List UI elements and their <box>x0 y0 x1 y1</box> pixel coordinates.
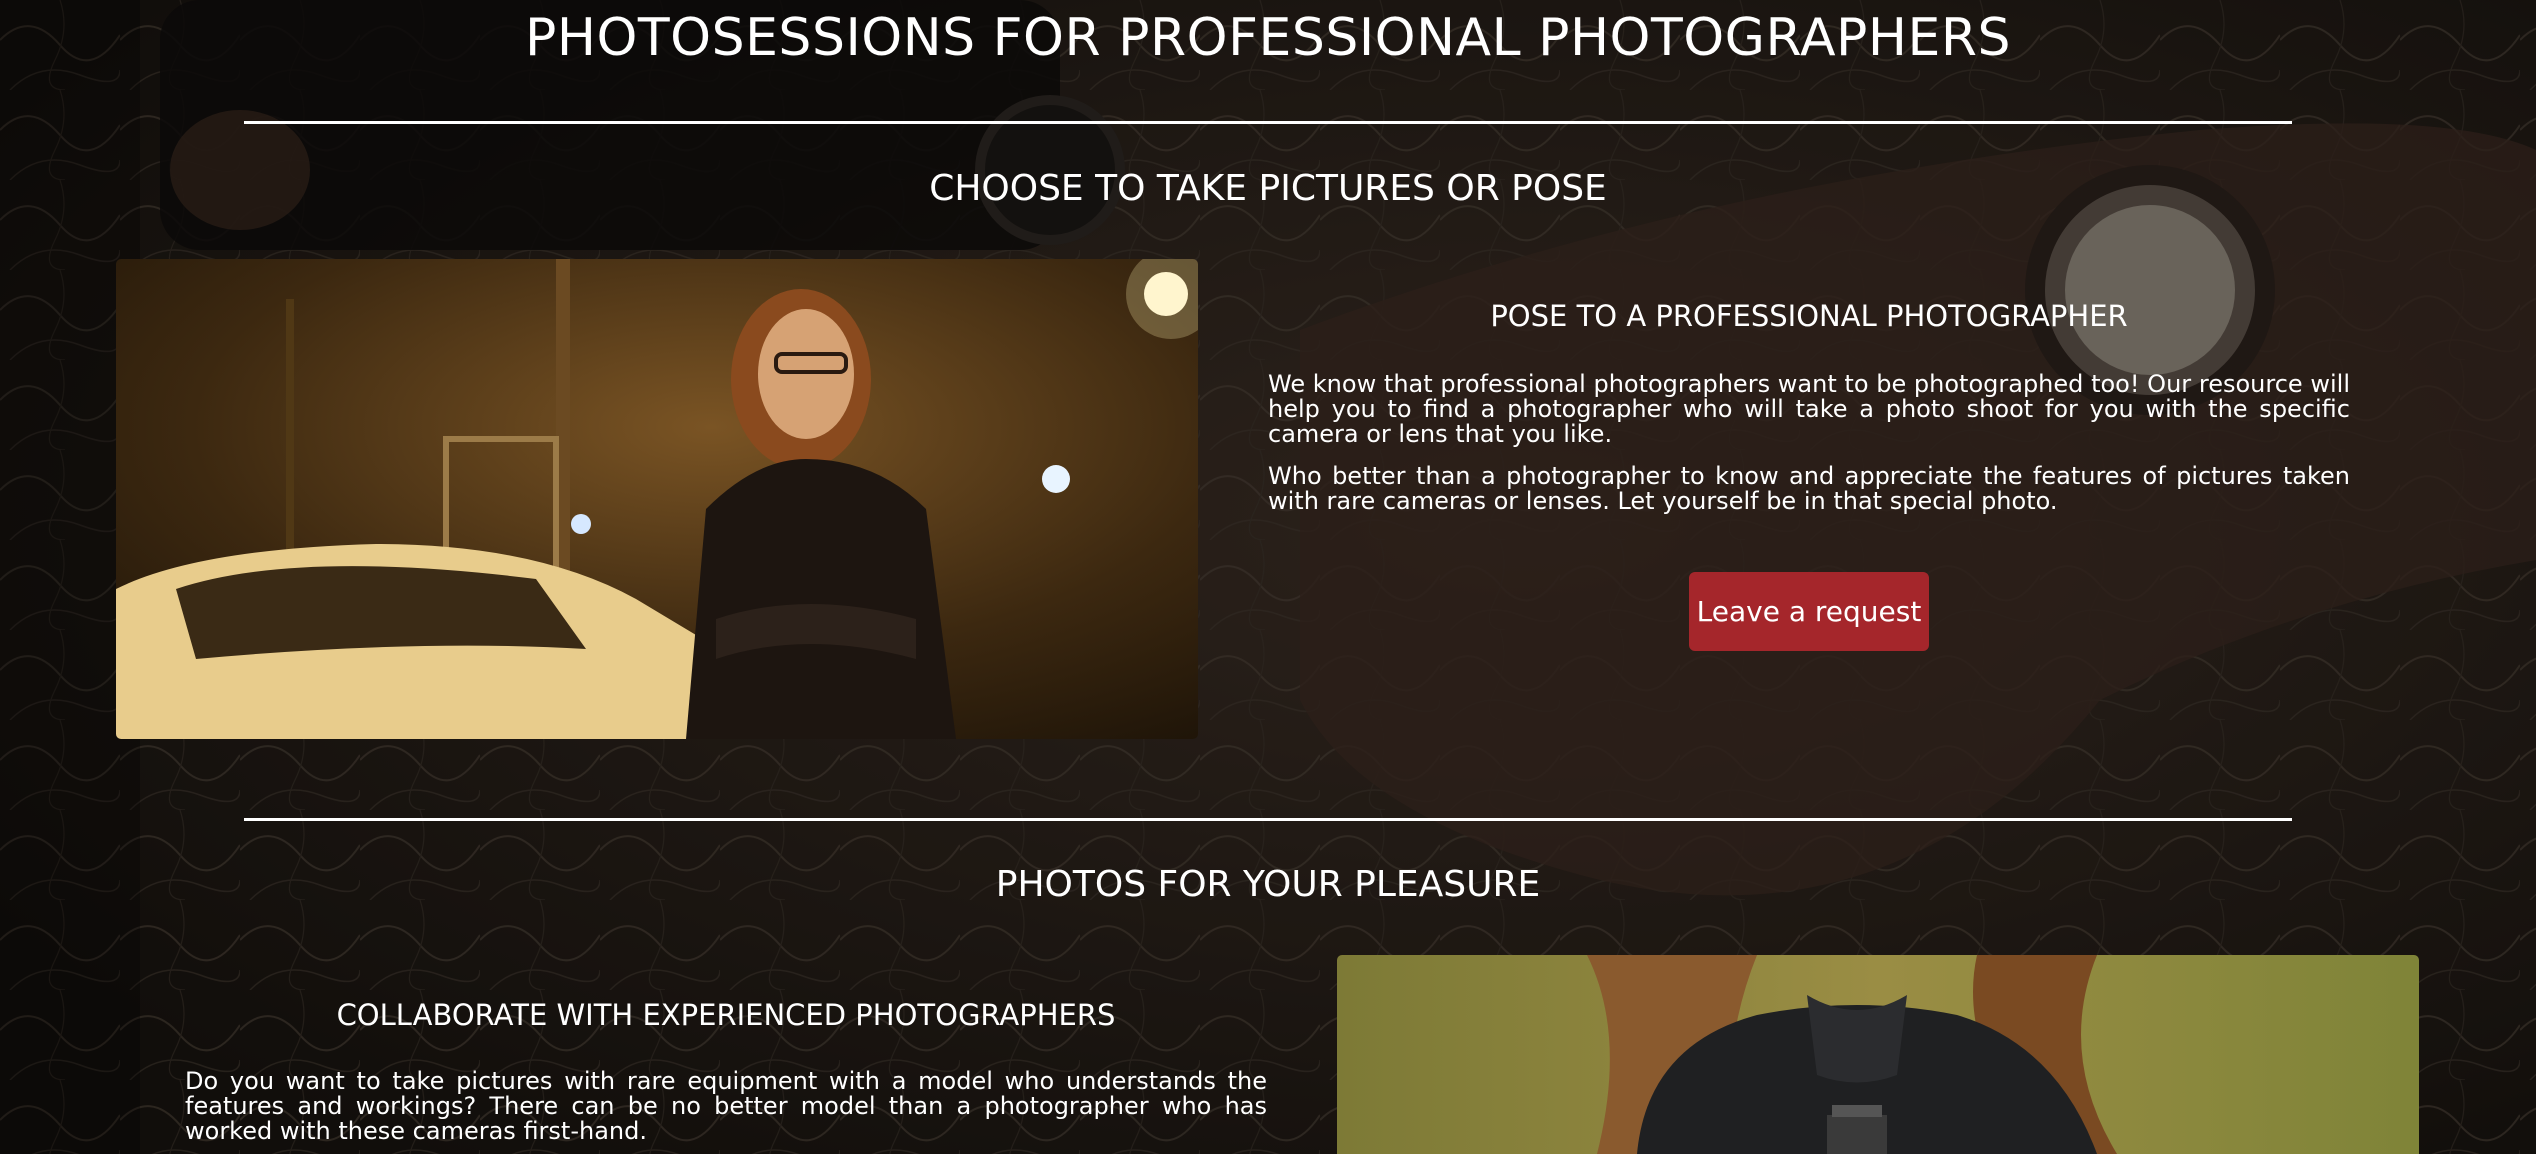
pose-paragraph-2: Who better than a photographer to know a… <box>1268 462 2350 515</box>
middle-divider <box>244 818 2292 821</box>
leave-request-button[interactable]: Leave a request <box>1689 572 1929 651</box>
woman-field-photo <box>1337 955 2419 1154</box>
page-content: PHOTOSESSIONS FOR PROFESSIONAL PHOTOGRAP… <box>0 0 2536 1154</box>
collaborate-paragraph-1: Do you want to take pictures with rare e… <box>185 1067 1267 1145</box>
card-title-pose: POSE TO A PROFESSIONAL PHOTOGRAPHER <box>1490 299 2128 333</box>
woman-night-street-photo <box>116 259 1198 739</box>
section-title-pose: CHOOSE TO TAKE PICTURES OR POSE <box>929 168 1607 209</box>
section-title-pleasure: PHOTOS FOR YOUR PLEASURE <box>995 864 1541 905</box>
pose-paragraph-1: We know that professional photographers … <box>1268 370 2350 448</box>
top-divider <box>244 121 2292 124</box>
card-title-collaborate: COLLABORATE WITH EXPERIENCED PHOTOGRAPHE… <box>336 998 1116 1032</box>
page-title: PHOTOSESSIONS FOR PROFESSIONAL PHOTOGRAP… <box>524 8 2012 68</box>
